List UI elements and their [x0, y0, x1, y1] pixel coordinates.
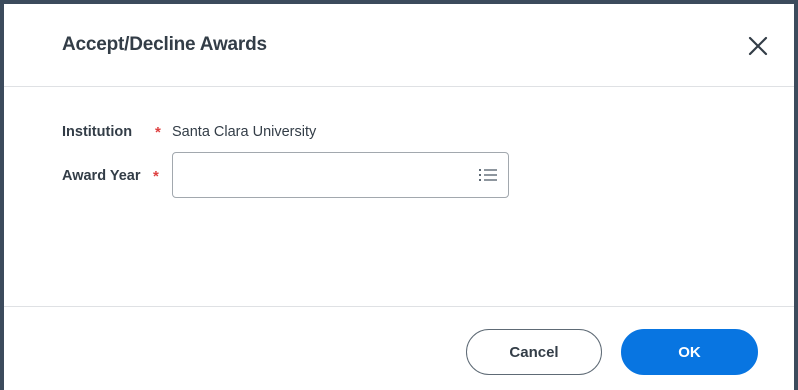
award-year-input[interactable]	[172, 152, 509, 198]
dialog-title: Accept/Decline Awards	[62, 34, 267, 55]
ok-button[interactable]: OK	[621, 329, 758, 375]
award-year-label: Award Year	[62, 168, 141, 184]
cancel-button[interactable]: Cancel	[466, 329, 602, 375]
institution-label: Institution	[62, 124, 133, 140]
institution-value: Santa Clara University	[172, 124, 317, 140]
dialog-header: Accept/Decline Awards	[4, 4, 794, 87]
dialog-footer: Cancel OK	[4, 306, 794, 390]
close-icon	[748, 36, 768, 56]
dialog-body: Institution * Santa Clara University Awa…	[4, 87, 794, 306]
award-year-required-mark: *	[153, 168, 159, 185]
dialog: Accept/Decline Awards Institution * Sant…	[0, 0, 798, 390]
list-icon[interactable]	[478, 165, 498, 185]
close-button[interactable]	[744, 32, 772, 60]
institution-required-mark: *	[155, 124, 161, 141]
